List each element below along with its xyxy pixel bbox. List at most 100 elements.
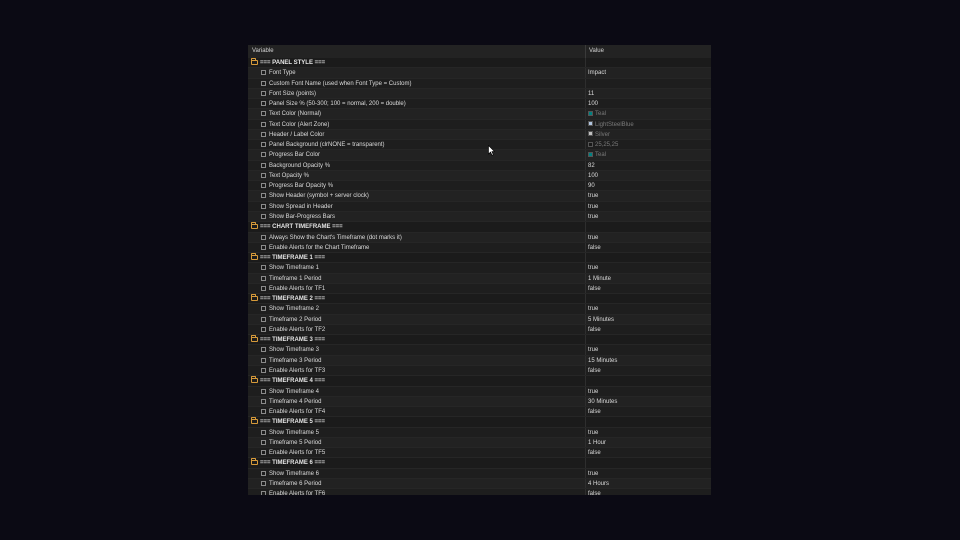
checkbox-icon[interactable]: [261, 306, 266, 312]
value-cell[interactable]: 5 Minutes: [588, 315, 614, 325]
checkbox-icon[interactable]: [261, 398, 266, 404]
table-row[interactable]: Show Timeframe 1 true: [248, 263, 711, 274]
checkbox-icon[interactable]: [261, 131, 266, 137]
table-row[interactable]: Show Header (symbol + server clock) true: [248, 191, 711, 202]
checkbox-icon[interactable]: [261, 285, 266, 291]
checkbox-icon[interactable]: [261, 152, 266, 158]
column-divider[interactable]: [585, 45, 586, 58]
checkbox-icon[interactable]: [261, 491, 266, 495]
checkbox-icon[interactable]: [261, 213, 266, 219]
table-row[interactable]: Font Size (points) 11: [248, 88, 711, 100]
checkbox-icon[interactable]: [261, 265, 266, 271]
value-cell[interactable]: LightSteelBlue: [588, 120, 634, 130]
table-row[interactable]: Custom Font Name (used when Font Type = …: [248, 78, 711, 89]
value-cell[interactable]: false: [588, 243, 601, 253]
table-row[interactable]: Always Show the Chart's Timeframe (dot m…: [248, 232, 711, 243]
table-row[interactable]: Enable Alerts for TF2 false: [248, 324, 711, 336]
table-row[interactable]: Progress Bar Color Teal: [248, 150, 711, 161]
value-cell[interactable]: 4 Hours: [588, 479, 609, 489]
table-row[interactable]: Enable Alerts for TF4 false: [248, 407, 711, 418]
checkbox-icon[interactable]: [261, 357, 266, 363]
value-cell[interactable]: true: [588, 469, 598, 479]
value-cell[interactable]: true: [588, 304, 598, 314]
value-cell[interactable]: 25,25,25: [588, 140, 618, 150]
table-row[interactable]: Background Opacity % 82: [248, 160, 711, 171]
value-cell[interactable]: Teal: [588, 150, 606, 160]
checkbox-icon[interactable]: [261, 429, 266, 435]
checkbox-icon[interactable]: [261, 183, 266, 189]
value-cell[interactable]: true: [588, 387, 598, 397]
value-cell[interactable]: 100: [588, 171, 598, 181]
table-row[interactable]: Show Spread in Header true: [248, 201, 711, 212]
group-row[interactable]: === TIMEFRAME 6 ===: [248, 458, 711, 469]
value-cell[interactable]: false: [588, 284, 601, 294]
value-cell[interactable]: Silver: [588, 130, 610, 140]
value-cell[interactable]: 82: [588, 161, 595, 171]
checkbox-icon[interactable]: [261, 90, 266, 96]
group-row[interactable]: === CHART TIMEFRAME ===: [248, 222, 711, 233]
checkbox-icon[interactable]: [261, 203, 266, 209]
table-row[interactable]: Show Bar-Progress Bars true: [248, 211, 711, 223]
checkbox-icon[interactable]: [261, 70, 266, 76]
group-row[interactable]: === TIMEFRAME 1 ===: [248, 253, 711, 264]
checkbox-icon[interactable]: [261, 439, 266, 445]
table-row[interactable]: Font Type Impact: [248, 68, 711, 79]
group-row[interactable]: === TIMEFRAME 5 ===: [248, 417, 711, 428]
value-cell[interactable]: Impact: [588, 68, 606, 78]
checkbox-icon[interactable]: [261, 367, 266, 373]
table-row[interactable]: Header / Label Color Silver: [248, 129, 711, 141]
table-row[interactable]: Text Color (Alert Zone) LightSteelBlue: [248, 119, 711, 130]
group-row[interactable]: === TIMEFRAME 3 ===: [248, 335, 711, 346]
table-row[interactable]: Timeframe 3 Period 15 Minutes: [248, 355, 711, 366]
table-row[interactable]: Timeframe 6 Period 4 Hours: [248, 478, 711, 490]
table-row[interactable]: Enable Alerts for TF3 false: [248, 365, 711, 377]
value-cell[interactable]: true: [588, 263, 598, 273]
checkbox-icon[interactable]: [261, 409, 266, 415]
table-row[interactable]: Show Timeframe 4 true: [248, 386, 711, 397]
value-cell[interactable]: 30 Minutes: [588, 397, 617, 407]
checkbox-icon[interactable]: [261, 316, 266, 322]
checkbox-icon[interactable]: [261, 480, 266, 486]
checkbox-icon[interactable]: [261, 244, 266, 250]
table-row[interactable]: Progress Bar Opacity % 90: [248, 181, 711, 192]
table-row[interactable]: Timeframe 2 Period 5 Minutes: [248, 314, 711, 325]
column-header-value[interactable]: Value: [589, 48, 604, 54]
value-cell[interactable]: 1 Minute: [588, 274, 611, 284]
value-cell[interactable]: 90: [588, 181, 595, 191]
value-cell[interactable]: true: [588, 345, 598, 355]
group-row[interactable]: === TIMEFRAME 2 ===: [248, 294, 711, 305]
value-cell[interactable]: 1 Hour: [588, 438, 606, 448]
value-cell[interactable]: Teal: [588, 109, 606, 119]
table-row[interactable]: Enable Alerts for TF6 false: [248, 489, 711, 495]
table-row[interactable]: Text Opacity % 100: [248, 170, 711, 182]
table-row[interactable]: Show Timeframe 3 true: [248, 345, 711, 356]
checkbox-icon[interactable]: [261, 162, 266, 168]
value-cell[interactable]: false: [588, 407, 601, 417]
table-row[interactable]: Enable Alerts for TF5 false: [248, 448, 711, 459]
value-cell[interactable]: false: [588, 366, 601, 376]
value-cell[interactable]: 100: [588, 99, 598, 109]
checkbox-icon[interactable]: [261, 101, 266, 107]
checkbox-icon[interactable]: [261, 193, 266, 199]
value-cell[interactable]: 11: [588, 89, 594, 99]
group-row[interactable]: === PANEL STYLE ===: [248, 58, 711, 69]
table-row[interactable]: Panel Size % (50-300; 100 = normal, 200 …: [248, 99, 711, 110]
table-row[interactable]: Text Color (Normal) Teal: [248, 109, 711, 120]
table-row[interactable]: Enable Alerts for TF1 false: [248, 283, 711, 295]
value-cell[interactable]: true: [588, 202, 598, 212]
checkbox-icon[interactable]: [261, 142, 266, 148]
table-row[interactable]: Panel Background (clrNONE = transparent)…: [248, 140, 711, 151]
value-cell[interactable]: false: [588, 325, 601, 335]
value-cell[interactable]: false: [588, 448, 601, 458]
checkbox-icon[interactable]: [261, 121, 266, 127]
checkbox-icon[interactable]: [261, 111, 266, 117]
checkbox-icon[interactable]: [261, 80, 266, 86]
value-cell[interactable]: true: [588, 233, 598, 243]
checkbox-icon[interactable]: [261, 470, 266, 476]
table-row[interactable]: Show Timeframe 6 true: [248, 468, 711, 479]
value-cell[interactable]: false: [588, 489, 601, 495]
checkbox-icon[interactable]: [261, 388, 266, 394]
value-cell[interactable]: 15 Minutes: [588, 356, 617, 366]
table-row[interactable]: Show Timeframe 5 true: [248, 427, 711, 438]
table-row[interactable]: Timeframe 5 Period 1 Hour: [248, 437, 711, 449]
